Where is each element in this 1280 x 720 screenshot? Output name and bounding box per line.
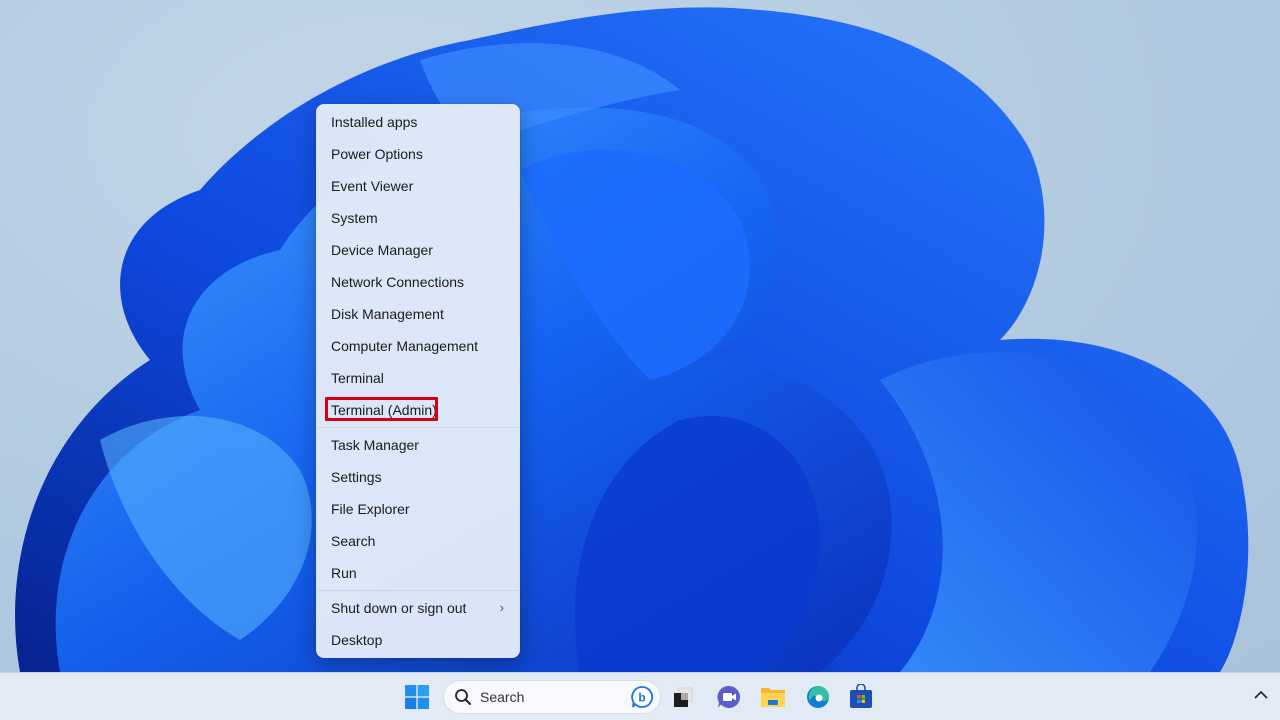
taskbar: Search b bbox=[0, 672, 1280, 720]
menu-item-device-manager[interactable]: Device Manager bbox=[316, 234, 520, 266]
menu-item-event-viewer[interactable]: Event Viewer bbox=[316, 170, 520, 202]
menu-item-label: System bbox=[331, 210, 378, 226]
menu-item-label: Installed apps bbox=[331, 114, 418, 130]
teams-chat-icon[interactable] bbox=[713, 681, 745, 713]
menu-item-terminal-admin[interactable]: Terminal (Admin) bbox=[316, 394, 520, 426]
menu-item-network-connections[interactable]: Network Connections bbox=[316, 266, 520, 298]
task-view-icon[interactable] bbox=[668, 681, 700, 713]
menu-item-label: Event Viewer bbox=[331, 178, 414, 194]
menu-separator bbox=[316, 590, 520, 591]
menu-item-installed-apps[interactable]: Installed apps bbox=[316, 106, 520, 138]
chevron-right-icon: › bbox=[499, 600, 504, 615]
menu-item-label: Settings bbox=[331, 469, 382, 485]
menu-item-shut-down-or-sign-out[interactable]: Shut down or sign out › bbox=[316, 592, 520, 624]
menu-item-label: Computer Management bbox=[331, 338, 479, 354]
menu-item-system[interactable]: System bbox=[316, 202, 520, 234]
menu-item-desktop[interactable]: Desktop bbox=[316, 624, 520, 656]
menu-item-label: Network Connections bbox=[331, 274, 465, 290]
menu-item-run[interactable]: Run bbox=[316, 557, 520, 589]
menu-item-label: Terminal (Admin) bbox=[331, 402, 437, 418]
menu-item-label: Shut down or sign out bbox=[331, 600, 467, 616]
menu-item-label: File Explorer bbox=[331, 501, 410, 517]
menu-item-power-options[interactable]: Power Options bbox=[316, 138, 520, 170]
menu-item-label: Terminal bbox=[331, 370, 384, 386]
menu-item-label: Device Manager bbox=[331, 242, 433, 258]
taskbar-search-box[interactable]: Search b bbox=[443, 680, 661, 714]
bloom-wallpaper bbox=[15, 7, 1249, 672]
microsoft-store-icon[interactable] bbox=[845, 681, 877, 713]
menu-item-disk-management[interactable]: Disk Management bbox=[316, 298, 520, 330]
winx-context-menu: Installed apps Power Options Event Viewe… bbox=[316, 104, 520, 658]
menu-item-search[interactable]: Search bbox=[316, 525, 520, 557]
menu-item-computer-management[interactable]: Computer Management bbox=[316, 330, 520, 362]
menu-item-label: Run bbox=[331, 565, 357, 581]
menu-separator bbox=[316, 427, 520, 428]
menu-item-settings[interactable]: Settings bbox=[316, 461, 520, 493]
file-explorer-icon[interactable] bbox=[757, 681, 789, 713]
menu-item-label: Task Manager bbox=[331, 437, 419, 453]
menu-item-label: Desktop bbox=[331, 632, 383, 648]
menu-item-label: Search bbox=[331, 533, 376, 549]
search-icon bbox=[454, 688, 472, 711]
bing-icon[interactable]: b bbox=[630, 685, 654, 714]
menu-item-terminal[interactable]: Terminal bbox=[316, 362, 520, 394]
menu-item-label: Disk Management bbox=[331, 306, 444, 322]
menu-item-task-manager[interactable]: Task Manager bbox=[316, 429, 520, 461]
windows-start-icon[interactable] bbox=[401, 681, 433, 713]
menu-item-label: Power Options bbox=[331, 146, 423, 162]
desktop-wallpaper bbox=[0, 0, 1280, 672]
edge-browser-icon[interactable] bbox=[802, 681, 834, 713]
svg-text:b: b bbox=[638, 691, 645, 705]
menu-item-file-explorer[interactable]: File Explorer bbox=[316, 493, 520, 525]
search-label: Search bbox=[480, 689, 525, 705]
show-hidden-icons-chevron-up-icon[interactable] bbox=[1254, 687, 1268, 705]
